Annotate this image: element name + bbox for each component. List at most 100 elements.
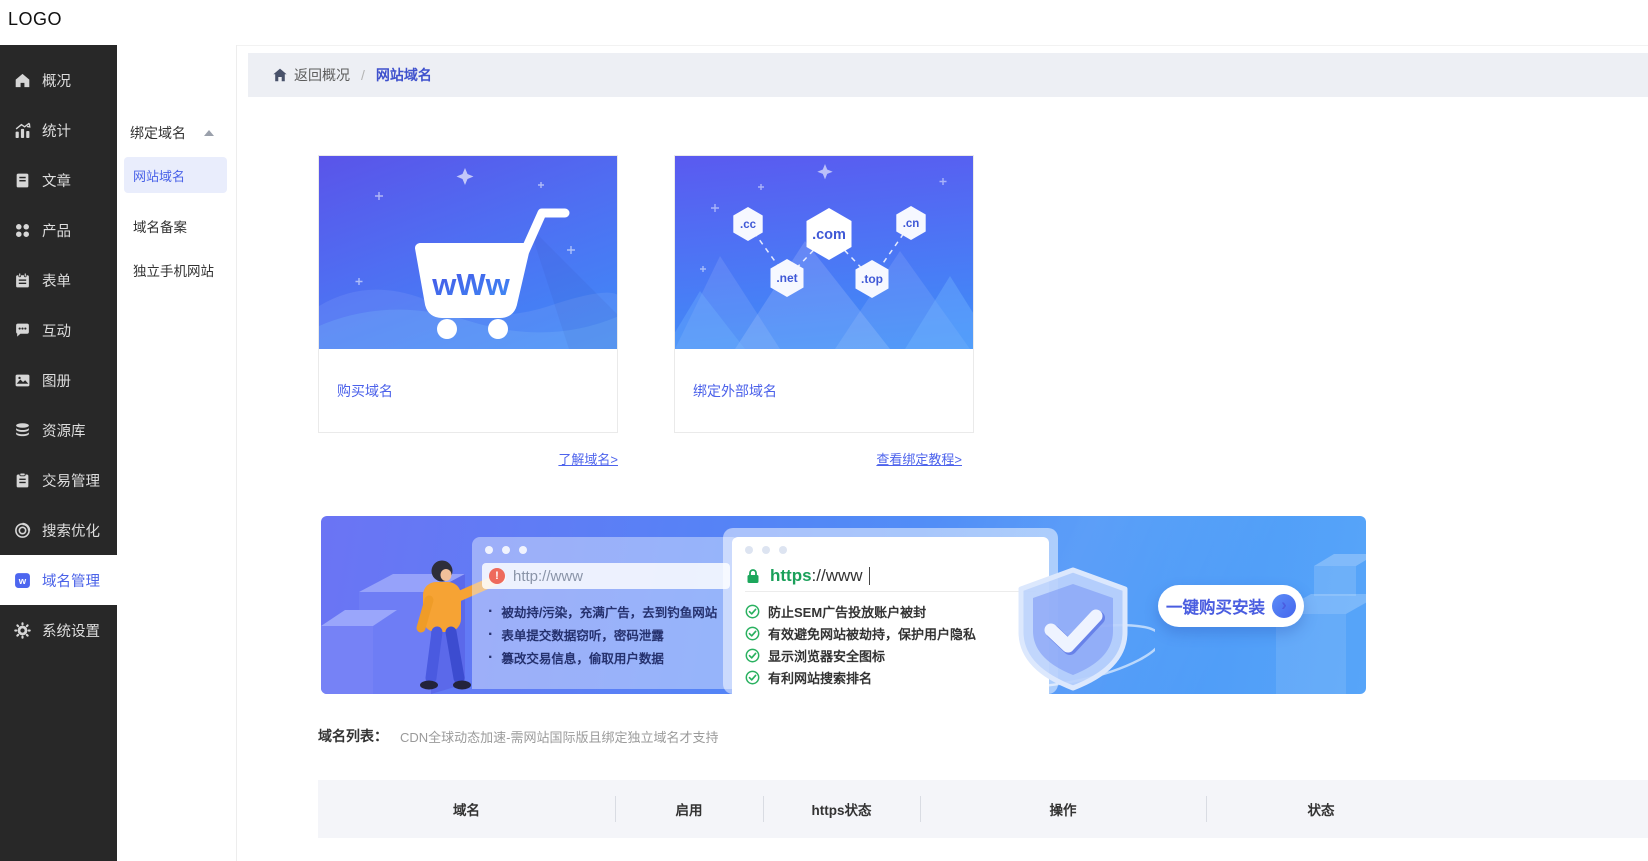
subsidebar-item-label: 域名备案	[133, 220, 187, 235]
domain-icon-glyph: w	[18, 576, 27, 587]
primary-sidebar: 概况 统计 文章 产品 表单 互动 图册 资源库 交易管理 搜索优化 w 域名管…	[0, 45, 117, 861]
domain-icon: w	[14, 572, 31, 589]
domain-list-caption: 域名列表： CDN全球动态加速-需网站国际版且绑定独立域名才支持	[318, 726, 719, 746]
buy-domain-illustration: wWw	[319, 156, 617, 349]
resource-icon	[14, 422, 31, 439]
breadcrumb: 返回概况 / 网站域名	[248, 53, 1648, 97]
one-click-install-button[interactable]: 一键购买安装 ›	[1158, 585, 1304, 627]
sidebar-item-resources[interactable]: 资源库	[0, 405, 117, 455]
column-header-domain: 域名	[453, 803, 480, 818]
subsidebar-item-website-domain[interactable]: 网站域名	[124, 157, 227, 193]
home-icon	[14, 72, 31, 89]
domain-table-header: 域名 启用 https状态 操作 状态	[318, 780, 1648, 838]
bind-tutorial-link[interactable]: 查看绑定教程>	[674, 449, 962, 469]
security-shield-icon	[993, 567, 1155, 691]
form-icon	[14, 272, 31, 289]
sidebar-item-gallery[interactable]: 图册	[0, 355, 117, 405]
cart-www-text: wWw	[431, 267, 510, 302]
buy-domain-card[interactable]: wWw 购买域名	[318, 155, 618, 433]
breadcrumb-home-icon	[273, 68, 287, 82]
http-url-text: http://www	[513, 567, 584, 585]
sidebar-item-stats[interactable]: 统计	[0, 105, 117, 155]
sidebar-item-forms[interactable]: 表单	[0, 255, 117, 305]
https-benefit-item: 防止SEM广告投放账户被封	[768, 604, 927, 620]
hex-label-cn: .cn	[903, 218, 920, 230]
browser-dots	[732, 537, 1049, 554]
browser-dots	[472, 537, 740, 554]
sidebar-item-label: 搜索优化	[42, 523, 100, 540]
product-icon	[14, 222, 31, 239]
sidebar-item-label: 产品	[42, 223, 71, 240]
stats-icon	[14, 122, 31, 139]
https-benefit-item: 有效避免网站被劫持，保护用户隐私	[768, 626, 977, 642]
domain-list-hint: CDN全球动态加速-需网站国际版且绑定独立域名才支持	[400, 729, 719, 745]
bind-domain-label[interactable]: 绑定外部域名	[675, 349, 973, 433]
http-risk-list: · 被劫持/污染，充满广告，去到钓鱼网站 · 表单提交数据窃听，密码泄露 · 篡改交易…	[488, 602, 718, 666]
learn-domain-link[interactable]: 了解域名>	[318, 449, 618, 469]
hex-label-com: .com	[812, 227, 846, 243]
gallery-icon	[14, 372, 31, 389]
bind-domain-illustration: .cc .com .cn .net .top	[675, 156, 973, 349]
sidebar-item-overview[interactable]: 概况	[0, 55, 117, 105]
interact-icon	[14, 322, 31, 339]
column-header-https-status: https状态	[811, 803, 872, 818]
column-header-enabled: 启用	[675, 803, 703, 818]
sidebar-item-label: 系统设置	[42, 623, 100, 640]
sidebar-item-domains[interactable]: w 域名管理	[0, 555, 117, 605]
trade-icon	[14, 472, 31, 489]
cta-label: 一键购买安装	[1166, 599, 1265, 617]
sidebar-item-label: 资源库	[42, 423, 86, 440]
breadcrumb-current: 网站域名	[375, 67, 432, 83]
http-browser-panel: ! http://www · 被劫持/污染，充满广告，去到钓鱼网站 · 表单提交数据…	[472, 537, 740, 689]
check-circle-icon	[745, 648, 760, 662]
subsidebar-item-mobile-site[interactable]: 独立手机网站	[133, 260, 233, 280]
domain-list-label: 域名列表：	[318, 728, 388, 744]
app-window: LOGO 概况 统计 文章 产品 表单 互动 图册 资源库 交易管理 搜索优化 …	[0, 0, 1648, 861]
https-benefit-item: 有利网站搜索排名	[768, 670, 873, 686]
https-promo-banner: ! http://www · 被劫持/污染，充满广告，去到钓鱼网站 · 表单提交数据…	[321, 516, 1366, 694]
breadcrumb-back-link[interactable]: 返回概况	[294, 65, 350, 85]
settings-icon	[14, 621, 31, 639]
subsidebar-item-label: 独立手机网站	[133, 264, 214, 279]
subsidebar-group-label: 绑定域名	[130, 125, 186, 141]
article-icon	[14, 172, 31, 189]
check-circle-icon	[745, 604, 760, 618]
column-header-actions: 操作	[1049, 803, 1077, 818]
check-circle-icon	[745, 626, 760, 640]
subsidebar-item-domain-icp[interactable]: 域名备案	[133, 216, 233, 236]
http-risk-item: 篡改交易信息，偷取用户数据	[501, 652, 664, 666]
breadcrumb-separator: /	[361, 67, 365, 83]
subsidebar-group-bind-domain[interactable]: 绑定域名	[130, 123, 230, 143]
hex-label-cc: .cc	[740, 219, 757, 231]
sidebar-item-label: 概况	[42, 73, 71, 90]
app-logo: LOGO	[8, 9, 63, 29]
sidebar-item-label: 互动	[42, 323, 71, 340]
lock-icon	[747, 569, 759, 583]
sidebar-item-articles[interactable]: 文章	[0, 155, 117, 205]
secondary-sidebar: 绑定域名 网站域名 域名备案 独立手机网站	[117, 45, 237, 861]
text-cursor	[868, 567, 871, 585]
sidebar-item-label: 统计	[42, 123, 71, 140]
http-address-bar: ! http://www	[482, 563, 730, 589]
https-scheme-text: https	[770, 566, 812, 585]
collapse-arrow-icon	[204, 130, 214, 136]
check-circle-icon	[745, 670, 760, 684]
bind-external-domain-card[interactable]: .cc .com .cn .net .top 绑定外部域名	[674, 155, 974, 433]
top-bar: LOGO	[0, 0, 1648, 46]
sidebar-item-products[interactable]: 产品	[0, 205, 117, 255]
sidebar-item-label: 表单	[42, 273, 71, 290]
seo-icon	[14, 522, 31, 539]
http-risk-item: 被劫持/污染，充满广告，去到钓鱼网站	[501, 606, 718, 620]
https-url-rest: ://www	[811, 566, 863, 585]
sidebar-item-trade[interactable]: 交易管理	[0, 455, 117, 505]
sidebar-item-seo[interactable]: 搜索优化	[0, 505, 117, 555]
sidebar-item-interaction[interactable]: 互动	[0, 305, 117, 355]
subsidebar-item-label: 网站域名	[133, 168, 186, 184]
sidebar-item-label: 文章	[42, 173, 71, 190]
sidebar-item-label: 交易管理	[42, 473, 100, 490]
sidebar-item-label: 域名管理	[42, 573, 100, 590]
hex-label-net: .net	[776, 271, 797, 285]
alert-icon: !	[489, 568, 505, 584]
sidebar-item-settings[interactable]: 系统设置	[0, 605, 117, 655]
buy-domain-label[interactable]: 购买域名	[319, 349, 617, 433]
